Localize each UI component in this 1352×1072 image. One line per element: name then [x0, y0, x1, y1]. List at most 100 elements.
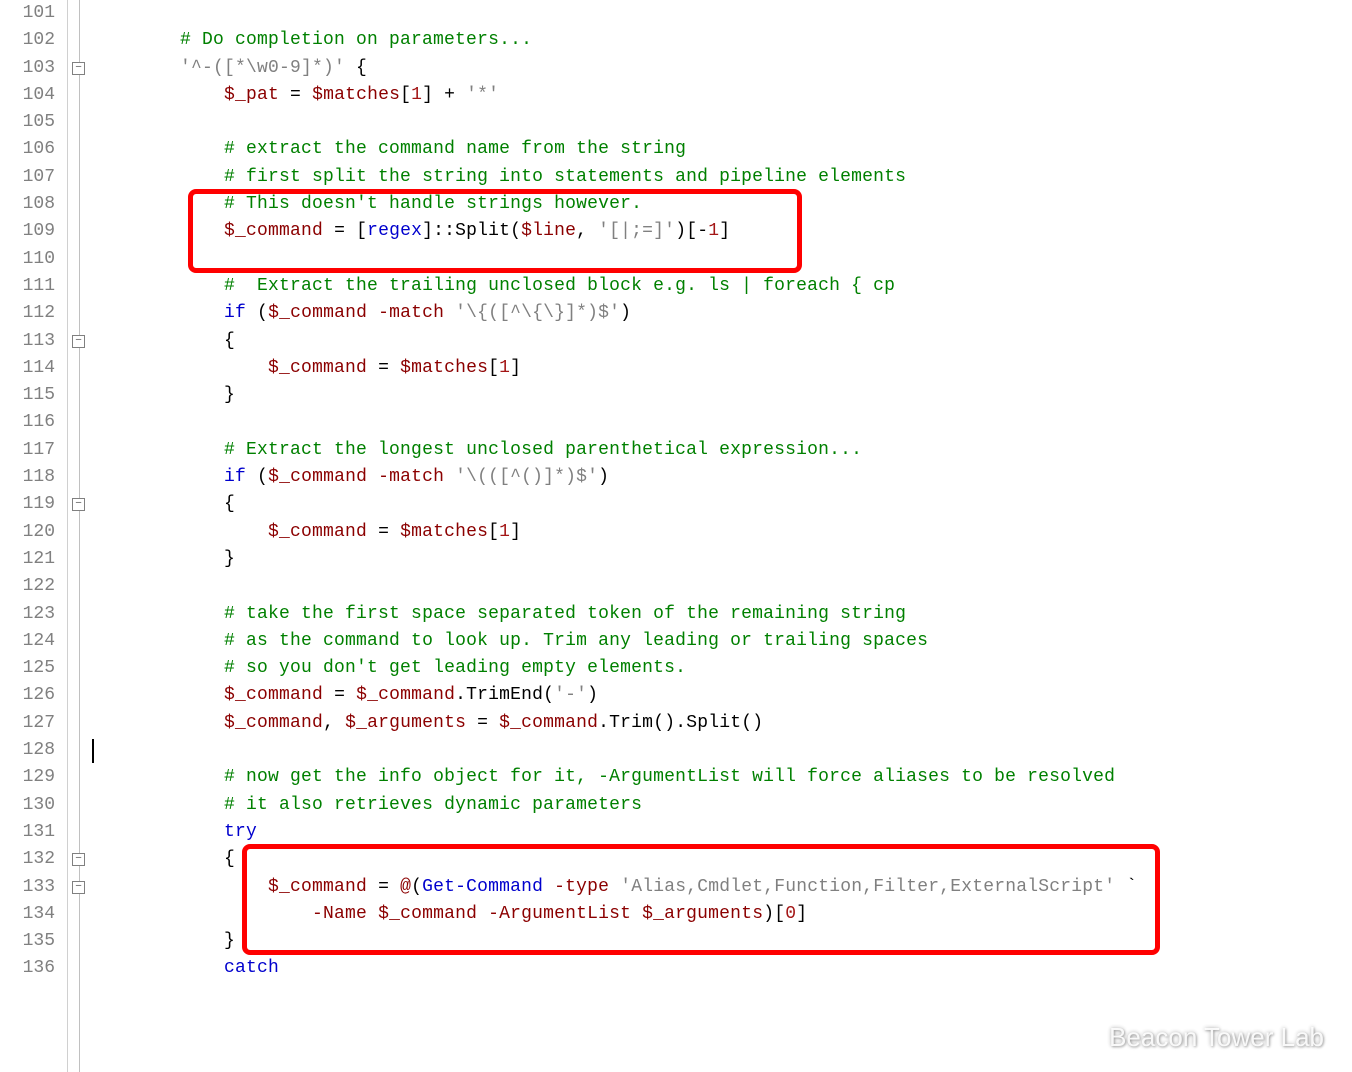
code-token: , [576, 221, 598, 241]
code-token: -Name [312, 904, 367, 924]
fold-toggle[interactable]: − [72, 335, 85, 348]
code-token: 0 [785, 904, 796, 924]
code-line[interactable] [92, 737, 1352, 764]
line-number: 125 [0, 655, 67, 682]
code-token: ( [246, 303, 268, 323]
code-line[interactable]: { [92, 491, 1352, 518]
code-line[interactable]: $_command = $matches[1] [92, 519, 1352, 546]
fold-toggle[interactable]: − [72, 498, 85, 511]
code-token: TrimEnd [466, 685, 543, 705]
code-line[interactable]: # extract the command name from the stri… [92, 136, 1352, 163]
code-line[interactable]: -Name $_command -ArgumentList $_argument… [92, 901, 1352, 928]
fold-column[interactable]: − − − − − [68, 0, 92, 1072]
code-token: = [466, 713, 499, 733]
code-line[interactable]: # now get the info object for it, -Argum… [92, 764, 1352, 791]
fold-toggle[interactable]: − [72, 62, 85, 75]
fold-guide-line [79, 0, 80, 1072]
code-token: -type [554, 877, 609, 897]
line-number: 116 [0, 409, 67, 436]
code-line[interactable]: if ($_command -match '\(([^()]*)$') [92, 464, 1352, 491]
code-line[interactable]: # Extract the trailing unclosed block e.… [92, 273, 1352, 300]
fold-toggle[interactable]: − [72, 853, 85, 866]
code-line[interactable] [92, 109, 1352, 136]
line-number: 118 [0, 464, 67, 491]
code-token: )[- [675, 221, 708, 241]
code-token: # first split the string into statements… [224, 167, 906, 187]
code-line[interactable] [92, 409, 1352, 436]
code-editor[interactable]: 1011021031041051061071081091101111121131… [0, 0, 1352, 1072]
code-token [543, 877, 554, 897]
code-line[interactable] [92, 246, 1352, 273]
code-line[interactable]: # Extract the longest unclosed parenthet… [92, 437, 1352, 464]
code-token: } [224, 549, 235, 569]
line-number: 114 [0, 355, 67, 382]
code-token: $_command [268, 358, 367, 378]
fold-toggle[interactable]: − [72, 881, 85, 894]
code-token: '\(([^()]*)$' [455, 467, 598, 487]
code-token: 1 [708, 221, 719, 241]
code-token: 1 [499, 522, 510, 542]
code-line[interactable]: # as the command to look up. Trim any le… [92, 628, 1352, 655]
line-number: 112 [0, 300, 67, 327]
code-token: ]:: [422, 221, 455, 241]
line-number: 136 [0, 955, 67, 982]
code-line[interactable]: try [92, 819, 1352, 846]
code-token: # This doesn't handle strings however. [224, 194, 642, 214]
code-line[interactable]: } [92, 382, 1352, 409]
code-line[interactable]: $_command = $_command.TrimEnd('-') [92, 682, 1352, 709]
line-number: 115 [0, 382, 67, 409]
code-line[interactable]: $_command = [regex]::Split($line, '[|;=]… [92, 218, 1352, 245]
code-token: '[|;=]' [598, 221, 675, 241]
code-token: # Do completion on parameters... [180, 30, 532, 50]
code-token: $_command [268, 877, 367, 897]
code-line[interactable] [92, 573, 1352, 600]
line-number: 106 [0, 136, 67, 163]
code-token: '-' [554, 685, 587, 705]
code-token: # as the command to look up. Trim any le… [224, 631, 928, 651]
line-number: 133 [0, 874, 67, 901]
code-line[interactable]: # Do completion on parameters... [92, 27, 1352, 54]
code-line[interactable]: # This doesn't handle strings however. [92, 191, 1352, 218]
code-token: [ [488, 358, 499, 378]
code-line[interactable]: $_command = @(Get-Command -type 'Alias,C… [92, 874, 1352, 901]
code-token: ( [411, 877, 422, 897]
line-number: 110 [0, 246, 67, 273]
code-token: 1 [499, 358, 510, 378]
code-line[interactable]: if ($_command -match '\{([^\{\}]*)$') [92, 300, 1352, 327]
code-line[interactable] [92, 0, 1352, 27]
code-line[interactable]: # so you don't get leading empty element… [92, 655, 1352, 682]
code-line[interactable]: # it also retrieves dynamic parameters [92, 792, 1352, 819]
code-token [477, 904, 488, 924]
code-token: catch [224, 958, 279, 978]
code-token: ] [510, 358, 521, 378]
code-line[interactable]: # first split the string into statements… [92, 164, 1352, 191]
code-token: $line [521, 221, 576, 241]
code-line[interactable]: } [92, 928, 1352, 955]
code-line[interactable]: $_command = $matches[1] [92, 355, 1352, 382]
code-token: -ArgumentList [488, 904, 631, 924]
code-token: $_command [268, 522, 367, 542]
line-number: 105 [0, 109, 67, 136]
code-token: { [224, 494, 235, 514]
code-token: regex [367, 221, 422, 241]
code-line[interactable]: { [92, 846, 1352, 873]
code-line[interactable]: # take the first space separated token o… [92, 601, 1352, 628]
code-token: ) [598, 467, 609, 487]
code-token: -match [378, 467, 444, 487]
line-number: 109 [0, 218, 67, 245]
code-token: $_command [224, 685, 323, 705]
code-token: Trim [609, 713, 653, 733]
code-line[interactable]: } [92, 546, 1352, 573]
code-line[interactable]: catch [92, 955, 1352, 982]
code-line[interactable]: $_command, $_arguments = $_command.Trim(… [92, 710, 1352, 737]
code-token: } [224, 931, 235, 951]
code-token: $_command [224, 713, 323, 733]
code-token: ( [510, 221, 521, 241]
code-line[interactable]: { [92, 328, 1352, 355]
code-line[interactable]: $_pat = $matches[1] + '*' [92, 82, 1352, 109]
code-token: $matches [400, 358, 488, 378]
code-token: # take the first space separated token o… [224, 604, 906, 624]
code-token [367, 303, 378, 323]
code-line[interactable]: '^-([*\w0-9]*)' { [92, 55, 1352, 82]
code-area[interactable]: # Do completion on parameters... '^-([*\… [92, 0, 1352, 1072]
